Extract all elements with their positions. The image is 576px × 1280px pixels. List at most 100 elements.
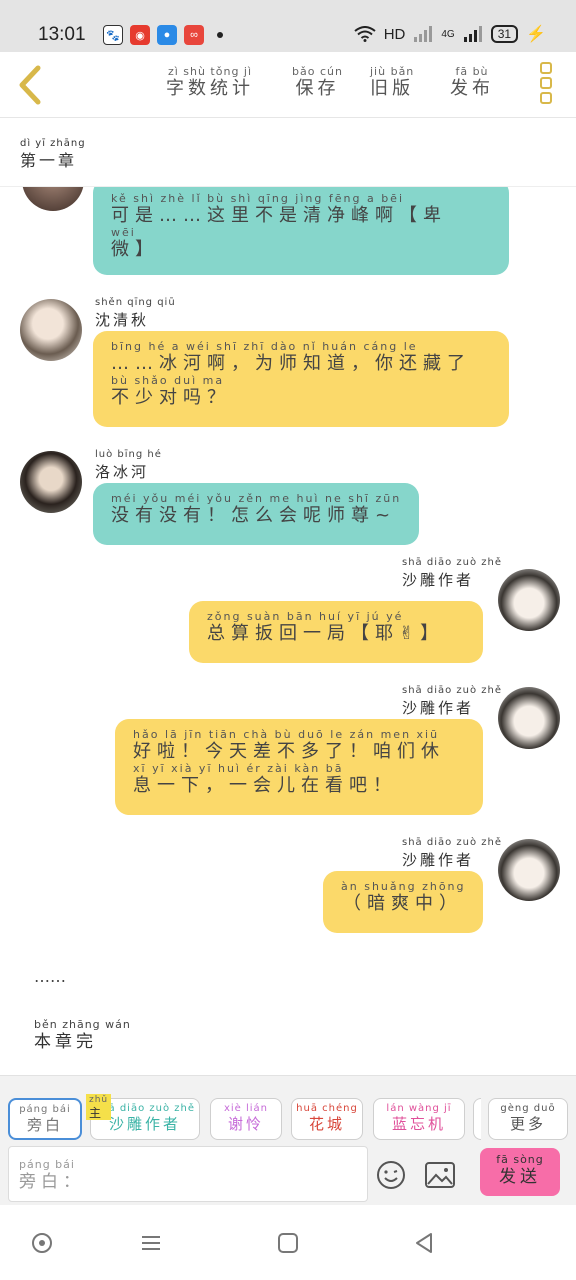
- role-xie-lian[interactable]: xiè lián 谢怜: [210, 1098, 282, 1140]
- message-line: bù shǎo duì ma 不少对吗？: [111, 375, 491, 409]
- speaker-name: shā diāo zuò zhě 沙雕作者: [402, 685, 502, 719]
- back-arrow-icon[interactable]: [14, 64, 48, 106]
- back-icon[interactable]: [412, 1231, 436, 1255]
- message-bubble[interactable]: hǎo lā jīn tiān chà bù duō le zán men xi…: [115, 719, 483, 815]
- avatar[interactable]: [20, 451, 82, 513]
- old-version-button[interactable]: jiù bǎn 旧版: [370, 66, 414, 100]
- line-text: 微】: [111, 239, 159, 260]
- image-icon[interactable]: [424, 1160, 456, 1190]
- chapter-title[interactable]: dì yī zhāng 第一章: [20, 138, 86, 172]
- line-pinyin: zǒng suàn bān huí yī jú yé: [207, 610, 404, 623]
- role-hua-cheng[interactable]: huā chéng 花城: [291, 1098, 363, 1140]
- system-nav-bar: [0, 1205, 576, 1280]
- role-selector[interactable]: páng bái 旁白 shā diāo zuò zhě 沙雕作者 zhǔ 主 …: [8, 1094, 576, 1142]
- avatar[interactable]: [498, 569, 560, 631]
- avatar[interactable]: [22, 187, 84, 211]
- speaker-pinyin: luò bīng hé: [95, 449, 162, 460]
- speaker-label: 沈清秋: [95, 311, 150, 329]
- role-pinyin: huā chéng: [296, 1103, 358, 1114]
- message-bubble[interactable]: àn shuǎng zhōng （暗爽中）: [323, 871, 483, 933]
- menu-icon[interactable]: [139, 1231, 163, 1255]
- send-label: 发送: [499, 1167, 541, 1187]
- line-text: ……冰河啊，为师知道，你还藏了: [111, 353, 471, 374]
- avatar[interactable]: [498, 687, 560, 749]
- host-pinyin: zhǔ: [89, 1095, 109, 1105]
- chapter-end-label: 本章完: [34, 1032, 97, 1052]
- message-line: xī yī xià yī huì ér zài kàn bā 息一下，一会儿在看…: [133, 763, 465, 797]
- line-text: （暗爽中）: [343, 893, 463, 914]
- more-menu-icon[interactable]: [534, 62, 558, 108]
- status-right: HD 4G 31 ⚡: [354, 24, 546, 44]
- message-line: hǎo lā jīn tiān chà bù duō le zán men xi…: [133, 729, 465, 763]
- line-pinyin: bù shǎo duì ma: [111, 374, 225, 387]
- chapter-end-pinyin: běn zhāng wán: [34, 1018, 131, 1031]
- message-bubble[interactable]: kě shì zhè lǐ bù shì qīng jìng fēng a bē…: [93, 187, 509, 275]
- save-label: 保存: [295, 78, 340, 99]
- publish-button[interactable]: fā bù 发布: [450, 66, 494, 100]
- status-bar: 13:01 🐾 ◉ ● ∞ HD 4G 31 ⚡: [0, 0, 576, 52]
- browser-icon: ●: [157, 25, 177, 45]
- message-line: zǒng suàn bān huí yī jú yé 总算扳回一局【耶✌】: [207, 611, 465, 645]
- charging-icon: ⚡: [526, 26, 546, 43]
- speaker-name: shā diāo zuò zhě 沙雕作者: [402, 837, 502, 871]
- signal-2-icon: [463, 26, 482, 42]
- message-line: bīng hé a wéi shī zhī dào nǐ huán cáng l…: [111, 341, 491, 375]
- more-roles-button[interactable]: gèng duō 更多: [488, 1098, 568, 1140]
- signal-icon: [414, 26, 433, 42]
- word-count-pinyin: zì shù tǒng jì: [167, 65, 253, 78]
- chapter-end: běn zhāng wán 本章完: [34, 1019, 131, 1053]
- line-pinyin: àn shuǎng zhōng: [341, 880, 466, 893]
- paw-icon: 🐾: [103, 25, 123, 45]
- speaker-label: 洛冰河: [95, 463, 150, 481]
- host-badge: zhǔ 主: [86, 1094, 112, 1120]
- message-input[interactable]: páng bái 旁白：: [8, 1146, 368, 1202]
- notification-dot-icon: [217, 32, 223, 38]
- save-pinyin: bǎo cún: [292, 65, 343, 78]
- editor-toolbar: zì shù tǒng jì 字数统计 bǎo cún 保存 jiù bǎn 旧…: [0, 52, 576, 118]
- old-version-label: 旧版: [370, 78, 415, 99]
- send-button[interactable]: fā sòng 发送: [480, 1148, 560, 1196]
- avatar[interactable]: [498, 839, 560, 901]
- role-pinyin: xiè lián: [223, 1103, 269, 1114]
- role-label: 更多: [509, 1115, 546, 1133]
- line-text: 没有没有！怎么会呢师尊~: [111, 505, 397, 526]
- message-bubble[interactable]: zǒng suàn bān huí yī jú yé 总算扳回一局【耶✌】: [189, 601, 483, 663]
- emoji-icon[interactable]: [376, 1160, 406, 1190]
- message-bubble[interactable]: méi yǒu méi yǒu zěn me huì ne shī zūn 没有…: [93, 483, 419, 545]
- message-line: méi yǒu méi yǒu zěn me huì ne shī zūn 没有…: [111, 493, 401, 527]
- word-count-button[interactable]: zì shù tǒng jì 字数统计: [166, 66, 254, 100]
- save-button[interactable]: bǎo cún 保存: [292, 66, 343, 100]
- message-line: àn shuǎng zhōng （暗爽中）: [341, 881, 465, 915]
- chat-area[interactable]: kě shì zhè lǐ bù shì qīng jìng fēng a bē…: [0, 187, 576, 1075]
- speaker-pinyin: shěn qīng qiū: [95, 297, 176, 308]
- line-pinyin: kě shì zhè lǐ bù shì qīng jìng fēng a bē…: [111, 192, 405, 205]
- host-label: 主: [89, 1106, 102, 1120]
- message-bubble[interactable]: bīng hé a wéi shī zhī dào nǐ huán cáng l…: [93, 331, 509, 427]
- line-text: 可是……这里不是清净峰啊【卑: [111, 205, 447, 226]
- line-text: 息一下，一会儿在看吧！: [133, 775, 397, 796]
- role-pinyin: gèng duō: [500, 1103, 556, 1114]
- weibo-icon: ◉: [130, 25, 150, 45]
- message-line: wēi 微】: [111, 227, 491, 261]
- role-pinyin: páng bái: [19, 1104, 71, 1115]
- role-lan-wangji[interactable]: lán wàng jī 蓝忘机: [373, 1098, 465, 1140]
- old-version-pinyin: jiù bǎn: [370, 65, 415, 78]
- home-icon[interactable]: [276, 1231, 300, 1255]
- line-pinyin: hǎo lā jīn tiān chà bù duō le zán men xi…: [133, 728, 440, 741]
- chapter-label: 第一章: [20, 151, 78, 170]
- word-count-label: 字数统计: [166, 78, 254, 99]
- line-pinyin: xī yī xià yī huì ér zài kàn bā: [133, 762, 344, 775]
- role-narrator[interactable]: páng bái 旁白: [8, 1098, 82, 1140]
- input-placeholder: 旁白：: [19, 1172, 85, 1192]
- speaker-pinyin: shā diāo zuò zhě: [402, 557, 503, 568]
- line-text: 好啦！今天差不多了！咱们休: [133, 741, 445, 762]
- avatar[interactable]: [20, 299, 82, 361]
- assistant-icon[interactable]: [30, 1231, 54, 1255]
- role-label: 谢怜: [227, 1115, 264, 1133]
- role-label: 花城: [308, 1115, 345, 1133]
- chapter-pinyin: dì yī zhāng: [20, 138, 86, 149]
- publish-label: 发布: [450, 78, 494, 99]
- speaker-name: shěn qīng qiū 沈清秋: [95, 297, 176, 331]
- speaker-pinyin: shā diāo zuò zhě: [402, 837, 503, 848]
- role-partial[interactable]: [473, 1098, 481, 1140]
